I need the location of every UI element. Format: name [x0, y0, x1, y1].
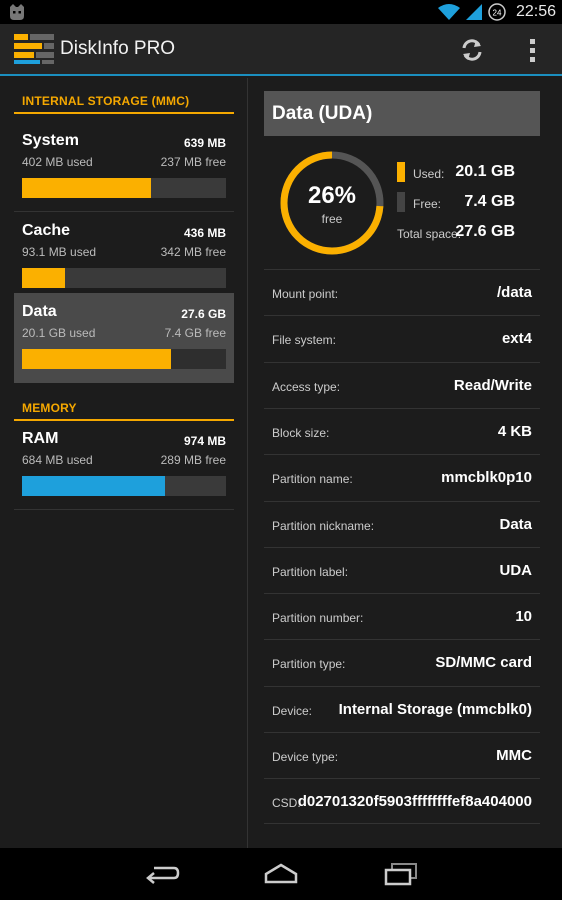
storage-item-ram[interactable]: RAM 974 MB 684 MB used 289 MB free	[14, 420, 234, 510]
property-value: MMC	[496, 747, 532, 764]
property-value: mmcblk0p10	[441, 469, 532, 487]
storage-item-cache[interactable]: Cache 436 MB 93.1 MB used 342 MB free	[14, 212, 234, 302]
property-key: Partition type:	[272, 657, 346, 672]
battery-icon: 24	[488, 3, 506, 21]
property-value: Read/Write	[453, 376, 532, 394]
storage-item-total: 639 MB	[183, 136, 226, 150]
property-key: Partition number:	[272, 611, 364, 626]
property-value: UDA	[499, 561, 533, 579]
usage-bar-fill	[22, 349, 171, 369]
storage-item-free: 7.4 GB free	[164, 326, 226, 340]
overflow-menu-icon[interactable]	[522, 36, 542, 64]
property-row: Partition label: UDA	[264, 546, 540, 593]
property-key: Partition name:	[272, 472, 353, 487]
property-value: 10	[515, 608, 532, 626]
total-space-value: 27.6 GB	[455, 223, 515, 240]
property-value: ext4	[501, 330, 532, 348]
refresh-icon[interactable]	[458, 36, 486, 64]
property-value: Internal Storage (mmcblk0)	[338, 700, 532, 718]
property-value: d02701320f5903ffffffffef8a404000	[297, 793, 532, 811]
free-legend-value: 7.4 GB	[464, 193, 515, 210]
property-key: Device:	[272, 703, 313, 718]
app-title: DiskInfo PRO	[60, 38, 176, 59]
storage-item-used: 684 MB used	[22, 453, 93, 467]
free-legend-marker	[397, 192, 405, 212]
clock: 22:56	[515, 3, 556, 20]
free-legend-label: Free:	[413, 197, 442, 211]
storage-item-total: 27.6 GB	[181, 307, 226, 321]
storage-item-used: 402 MB used	[22, 155, 93, 169]
storage-item-free: 289 MB free	[160, 453, 226, 467]
property-key: File system:	[272, 333, 337, 348]
free-label: free	[321, 212, 343, 226]
storage-item-total: 974 MB	[183, 434, 226, 448]
property-value: SD/MMC card	[435, 654, 532, 672]
detail-title-bar: Data (UDA)	[264, 91, 540, 136]
property-key: Partition label:	[272, 564, 349, 579]
property-key: Partition nickname:	[272, 518, 375, 533]
section-header-memory: MEMORY	[14, 401, 234, 421]
property-row: Partition type: SD/MMC card	[264, 639, 540, 685]
storage-item-free: 342 MB free	[160, 245, 226, 259]
usage-bar	[22, 349, 226, 369]
property-row: Mount point: /data	[264, 269, 540, 315]
storage-item-name: Data	[22, 303, 57, 320]
property-value: 4 KB	[497, 422, 532, 440]
property-key: CSD:	[272, 796, 301, 811]
navigation-bar	[0, 848, 562, 900]
property-row: Device: Internal Storage (mmcblk0)	[264, 685, 540, 732]
signal-icon	[465, 4, 482, 20]
app-logo-icon	[14, 34, 54, 64]
property-row: Access type: Read/Write	[264, 361, 540, 408]
detail-title: Data (UDA)	[272, 103, 373, 124]
back-icon[interactable]	[144, 860, 180, 888]
storage-item-name: Cache	[22, 222, 71, 239]
usage-bar-fill	[22, 268, 65, 288]
svg-text:24: 24	[493, 9, 502, 18]
storage-list-panel: INTERNAL STORAGE (MMC) System 639 MB 402…	[0, 78, 248, 848]
storage-item-system[interactable]: System 639 MB 402 MB used 237 MB free	[14, 122, 234, 212]
property-row: Block size: 4 KB	[264, 407, 540, 454]
storage-item-name: System	[22, 132, 79, 149]
property-row: File system: ext4	[264, 315, 540, 361]
usage-bar	[22, 476, 226, 496]
property-value: /data	[496, 284, 532, 301]
cyanogen-icon	[10, 4, 24, 20]
free-space-donut: 26% free	[279, 150, 385, 256]
storage-item-data[interactable]: Data 27.6 GB 20.1 GB used 7.4 GB free	[14, 293, 234, 383]
storage-item-total: 436 MB	[183, 226, 226, 240]
storage-item-used: 93.1 MB used	[22, 245, 97, 259]
usage-bar-fill	[22, 178, 151, 198]
action-bar: DiskInfo PRO	[0, 24, 562, 76]
used-legend-label: Used:	[413, 167, 445, 181]
used-legend-value: 20.1 GB	[455, 163, 515, 180]
property-row: Partition nickname: Data	[264, 500, 540, 547]
percent-free: 26%	[307, 182, 357, 209]
used-legend-marker	[397, 162, 405, 182]
home-icon[interactable]	[263, 860, 299, 888]
section-header-internal-storage: INTERNAL STORAGE (MMC)	[14, 94, 234, 114]
property-key: Access type:	[272, 379, 341, 394]
usage-bar-fill	[22, 476, 165, 496]
property-row: Partition number: 10	[264, 593, 540, 639]
storage-item-name: RAM	[22, 430, 59, 447]
usage-bar	[22, 268, 226, 288]
storage-item-used: 20.1 GB used	[22, 326, 96, 340]
property-value: Data	[499, 515, 532, 533]
status-bar: 24 22:56	[0, 0, 562, 24]
property-key: Mount point:	[272, 287, 339, 301]
storage-item-free: 237 MB free	[160, 155, 226, 169]
property-key: Block size:	[272, 425, 330, 440]
wifi-icon	[437, 4, 460, 20]
usage-bar	[22, 178, 226, 198]
property-key: Device type:	[272, 750, 339, 764]
property-row: CSD: d02701320f5903ffffffffef8a404000	[264, 778, 540, 825]
property-row: Device type: MMC	[264, 732, 540, 778]
recents-icon[interactable]	[383, 860, 419, 888]
property-row: Partition name: mmcblk0p10	[264, 454, 540, 500]
storage-detail-panel: Data (UDA) 26% free Used: 20.1 GB Free: …	[249, 78, 562, 848]
